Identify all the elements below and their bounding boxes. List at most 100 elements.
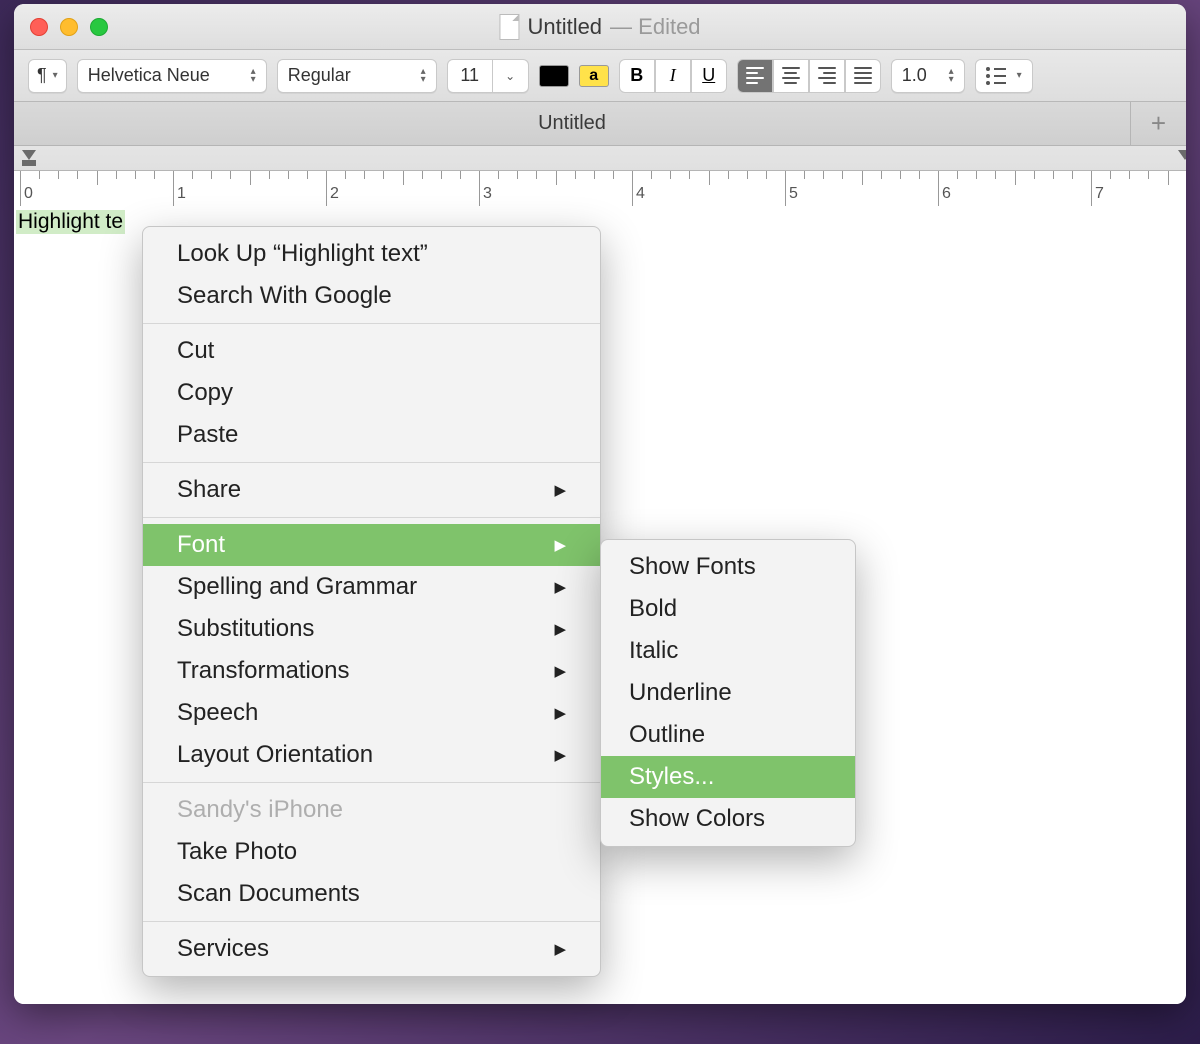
toolbar: ¶ ▾ Helvetica Neue ▴▾ Regular ▴▾ 11 ⌄ a … [14, 50, 1186, 102]
ruler-number: 1 [177, 185, 186, 203]
submenu-arrow-icon: ▶ [554, 746, 566, 764]
submenu-arrow-icon: ▶ [554, 940, 566, 958]
submenu-arrow-icon: ▶ [554, 662, 566, 680]
tab-untitled[interactable]: Untitled [14, 102, 1130, 145]
menu-label: Scan Documents [177, 880, 360, 908]
submenu-arrow-icon: ▶ [554, 481, 566, 499]
menu-label: Search With Google [177, 282, 392, 310]
menu-substitutions[interactable]: Substitutions▶ [143, 608, 600, 650]
font-family-select[interactable]: Helvetica Neue ▴▾ [77, 59, 267, 93]
line-spacing-select[interactable]: 1.0 ▴▾ [891, 59, 965, 93]
menu-separator [143, 921, 600, 922]
up-down-chevrons-icon: ▴▾ [251, 68, 256, 84]
align-right-icon [818, 67, 836, 84]
font-size-stepper[interactable]: ⌄ [493, 59, 529, 93]
menu-label: Services [177, 935, 269, 963]
close-window-button[interactable] [30, 18, 48, 36]
align-center-button[interactable] [773, 59, 809, 93]
menu-label: Show Fonts [629, 553, 756, 580]
menu-cut[interactable]: Cut [143, 330, 600, 372]
document-icon [499, 14, 519, 40]
chevron-down-icon: ▾ [53, 70, 58, 81]
submenu-outline[interactable]: Outline [601, 714, 855, 756]
menu-label: Speech [177, 699, 258, 727]
menu-label: Spelling and Grammar [177, 573, 417, 601]
menu-services[interactable]: Services ▶ [143, 928, 600, 970]
tab-label: Untitled [538, 112, 606, 135]
bold-label: B [630, 65, 643, 86]
menu-speech[interactable]: Speech ▶ [143, 692, 600, 734]
align-justify-icon [854, 67, 872, 84]
document-name: Untitled [527, 14, 602, 40]
menu-scan-documents[interactable]: Scan Documents [143, 873, 600, 915]
font-size-input[interactable]: 11 [447, 59, 493, 93]
edited-status: — Edited [610, 14, 701, 40]
menu-label: Take Photo [177, 838, 297, 866]
up-down-chevrons-icon: ▴▾ [421, 68, 426, 84]
ruler-number: 6 [942, 185, 951, 203]
submenu-arrow-icon: ▶ [554, 536, 566, 554]
menu-share[interactable]: Share ▶ [143, 469, 600, 511]
menu-take-photo[interactable]: Take Photo [143, 831, 600, 873]
submenu-show-colors[interactable]: Show Colors [601, 798, 855, 840]
menu-label: Transformations [177, 657, 350, 685]
submenu-italic[interactable]: Italic [601, 630, 855, 672]
context-menu: Look Up “Highlight text” Search With Goo… [142, 226, 601, 977]
menu-label: Share [177, 476, 241, 504]
menu-label: Outline [629, 721, 705, 748]
highlight-color-swatch[interactable]: a [579, 65, 609, 87]
minimize-window-button[interactable] [60, 18, 78, 36]
window-title: Untitled — Edited [499, 14, 700, 40]
menu-search-google[interactable]: Search With Google [143, 275, 600, 317]
bold-italic-underline-group: B I U [619, 59, 727, 93]
up-down-chevrons-icon: ▴▾ [949, 68, 954, 84]
text-color-swatch[interactable] [539, 65, 569, 87]
pilcrow-icon: ¶ [37, 65, 47, 86]
menu-transformations[interactable]: Transformations ▶ [143, 650, 600, 692]
menu-label: Copy [177, 379, 233, 407]
bold-button[interactable]: B [619, 59, 655, 93]
italic-label: I [670, 65, 676, 86]
plus-icon: + [1151, 108, 1166, 139]
submenu-underline[interactable]: Underline [601, 672, 855, 714]
submenu-styles[interactable]: Styles... [601, 756, 855, 798]
menu-separator [143, 462, 600, 463]
underline-button[interactable]: U [691, 59, 727, 93]
list-style-select[interactable]: ▾ [975, 59, 1033, 93]
menu-lookup[interactable]: Look Up “Highlight text” [143, 233, 600, 275]
line-spacing-value: 1.0 [902, 65, 927, 86]
menu-layout-orientation[interactable]: Layout Orientation▶ [143, 734, 600, 776]
italic-button[interactable]: I [655, 59, 691, 93]
paragraph-style-select[interactable]: ¶ ▾ [28, 59, 67, 93]
ruler[interactable]: 01234567 [14, 170, 1186, 206]
chevron-down-icon: ⌄ [505, 69, 515, 83]
highlight-sample-letter: a [589, 67, 598, 85]
menu-label: Show Colors [629, 805, 765, 832]
align-center-icon [782, 67, 800, 84]
align-justify-button[interactable] [845, 59, 881, 93]
align-left-button[interactable] [737, 59, 773, 93]
submenu-arrow-icon: ▶ [554, 704, 566, 722]
font-style-select[interactable]: Regular ▴▾ [277, 59, 437, 93]
ruler-number: 7 [1095, 185, 1104, 203]
menu-font[interactable]: Font▶ [143, 524, 600, 566]
menu-copy[interactable]: Copy [143, 372, 600, 414]
menu-paste[interactable]: Paste [143, 414, 600, 456]
menu-spelling-grammar[interactable]: Spelling and Grammar▶ [143, 566, 600, 608]
submenu-bold[interactable]: Bold [601, 588, 855, 630]
underline-label: U [702, 65, 715, 86]
submenu-show-fonts[interactable]: Show Fonts [601, 546, 855, 588]
submenu-arrow-icon: ▶ [554, 620, 566, 638]
ruler-number: 4 [636, 185, 645, 203]
menu-label: Cut [177, 337, 214, 365]
menu-separator [143, 517, 600, 518]
new-tab-button[interactable]: + [1130, 102, 1186, 145]
menu-label: Bold [629, 595, 677, 622]
menu-label: Styles... [629, 763, 714, 790]
selected-text[interactable]: Highlight te [16, 210, 125, 234]
font-family-label: Helvetica Neue [88, 65, 210, 86]
tab-bar: Untitled + [14, 102, 1186, 146]
font-submenu: Show Fonts Bold Italic Underline Outline… [600, 539, 856, 847]
align-right-button[interactable] [809, 59, 845, 93]
zoom-window-button[interactable] [90, 18, 108, 36]
